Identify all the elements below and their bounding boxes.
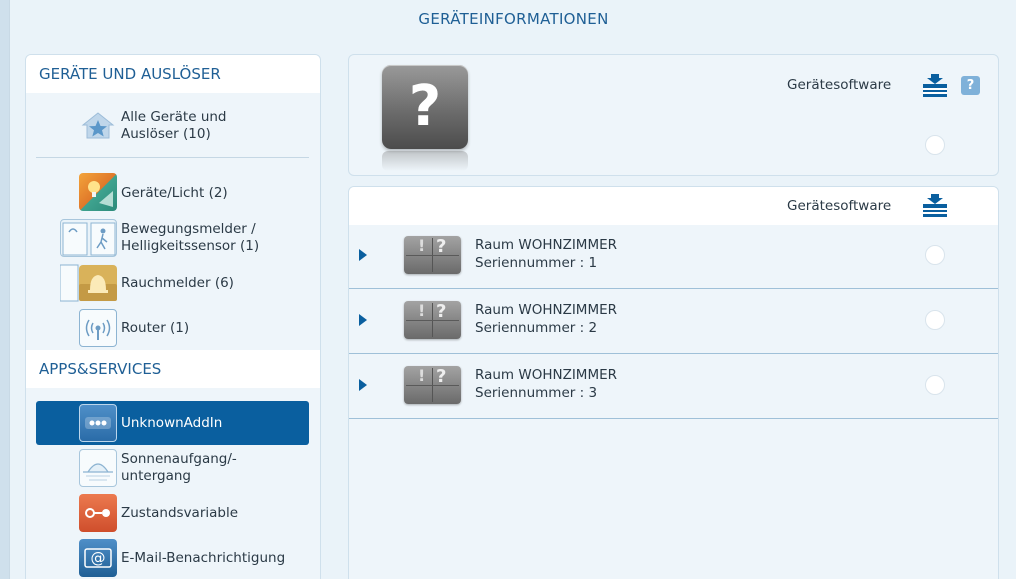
lightbulb-icon — [79, 173, 117, 211]
sidebar-item-label: Zustandsvariable — [121, 504, 239, 521]
sidebar-item-email-notification[interactable]: @ E-Mail-Benachrichtigung — [36, 536, 309, 579]
row-radio[interactable] — [925, 310, 945, 330]
software-update-all-icon[interactable] — [922, 193, 948, 219]
star-house-icon — [81, 112, 115, 139]
sidebar-item-label: Rauchmelder (6) — [121, 274, 234, 291]
router-icon — [79, 309, 117, 347]
row-serial: Seriennummer : 1 — [475, 255, 598, 271]
expand-arrow-icon[interactable] — [359, 249, 367, 261]
bell-icon — [59, 264, 117, 302]
sidebar-item-all-devices[interactable]: Alle Geräte und Auslöser (10) — [36, 104, 309, 148]
list-software-label: Gerätesoftware — [787, 198, 892, 214]
expand-arrow-icon[interactable] — [359, 314, 367, 326]
row-serial: Seriennummer : 2 — [475, 320, 598, 336]
sidebar-item-motion-sensor[interactable]: Bewegungsmelder / Helligkeitssensor (1) — [36, 216, 309, 260]
sidebar-item-devices-light[interactable]: Geräte/Licht (2) — [36, 171, 309, 215]
sidebar-item-sunrise[interactable]: Sonnenaufgang/- untergang — [36, 446, 309, 490]
svg-text:@: @ — [91, 549, 106, 567]
table-row[interactable]: !? Raum WOHNZIMMER Seriennummer : 2 — [349, 290, 998, 354]
unknown-device-icon: !? — [404, 236, 461, 274]
table-row[interactable]: !? Raum WOHNZIMMER Seriennummer : 1 — [349, 225, 998, 289]
device-software-label: Gerätesoftware — [787, 77, 892, 93]
section-heading-apps: APPS&SERVICES — [26, 350, 320, 388]
sidebar-item-label: Router (1) — [121, 319, 190, 336]
table-row[interactable]: !? Raum WOHNZIMMER Seriennummer : 3 — [349, 355, 998, 419]
sidebar-item-label: E-Mail-Benachrichtigung — [121, 549, 286, 566]
row-room: Raum WOHNZIMMER — [475, 237, 618, 253]
device-list-panel: Gerätesoftware !? Raum WOHNZIMMER Serien… — [348, 186, 999, 579]
state-variable-icon — [79, 494, 117, 532]
motion-sensor-icon — [60, 219, 117, 257]
sidebar-item-unknown-addin[interactable]: UnknownAddIn — [36, 401, 309, 445]
row-room: Raum WOHNZIMMER — [475, 302, 618, 318]
device-info-panel: ? Gerätesoftware ? — [348, 54, 999, 176]
sidebar-item-label: Geräte/Licht (2) — [121, 184, 228, 201]
email-at-icon: @ — [79, 539, 117, 577]
software-update-icon[interactable] — [922, 73, 948, 99]
page-title: GERÄTEINFORMATIONEN — [418, 10, 609, 28]
sidebar-item-label: UnknownAddIn — [121, 414, 223, 431]
device-software-radio[interactable] — [925, 135, 945, 155]
sidebar-item-smoke-detector[interactable]: Rauchmelder (6) — [36, 261, 309, 305]
row-room: Raum WOHNZIMMER — [475, 367, 618, 383]
unknown-device-icon: ? — [382, 65, 468, 149]
list-header: Gerätesoftware — [349, 187, 998, 225]
section-heading-devices: GERÄTE UND AUSLÖSER — [26, 55, 320, 93]
sidebar-item-router[interactable]: Router (1) — [36, 306, 309, 350]
app-window: GERÄTEINFORMATIONEN GERÄTE UND AUSLÖSER … — [9, 0, 1016, 579]
row-radio[interactable] — [925, 245, 945, 265]
unknown-device-icon: !? — [404, 301, 461, 339]
sidebar-item-label: Alle Geräte und Auslöser (10) — [121, 109, 227, 142]
sunrise-icon — [79, 449, 117, 487]
row-radio[interactable] — [925, 375, 945, 395]
help-button[interactable]: ? — [961, 76, 980, 95]
expand-arrow-icon[interactable] — [359, 379, 367, 391]
dots-icon — [79, 404, 117, 442]
row-serial: Seriennummer : 3 — [475, 385, 598, 401]
unknown-device-icon: !? — [404, 366, 461, 404]
sidebar-item-state-variable[interactable]: Zustandsvariable — [36, 491, 309, 535]
sidebar: GERÄTE UND AUSLÖSER Alle Geräte und Ausl… — [25, 54, 321, 579]
sidebar-divider — [36, 157, 309, 158]
sidebar-item-label: Sonnenaufgang/- untergang — [121, 451, 237, 484]
device-icon-reflection — [382, 151, 468, 171]
sidebar-item-label: Bewegungsmelder / Helligkeitssensor (1) — [121, 221, 260, 254]
